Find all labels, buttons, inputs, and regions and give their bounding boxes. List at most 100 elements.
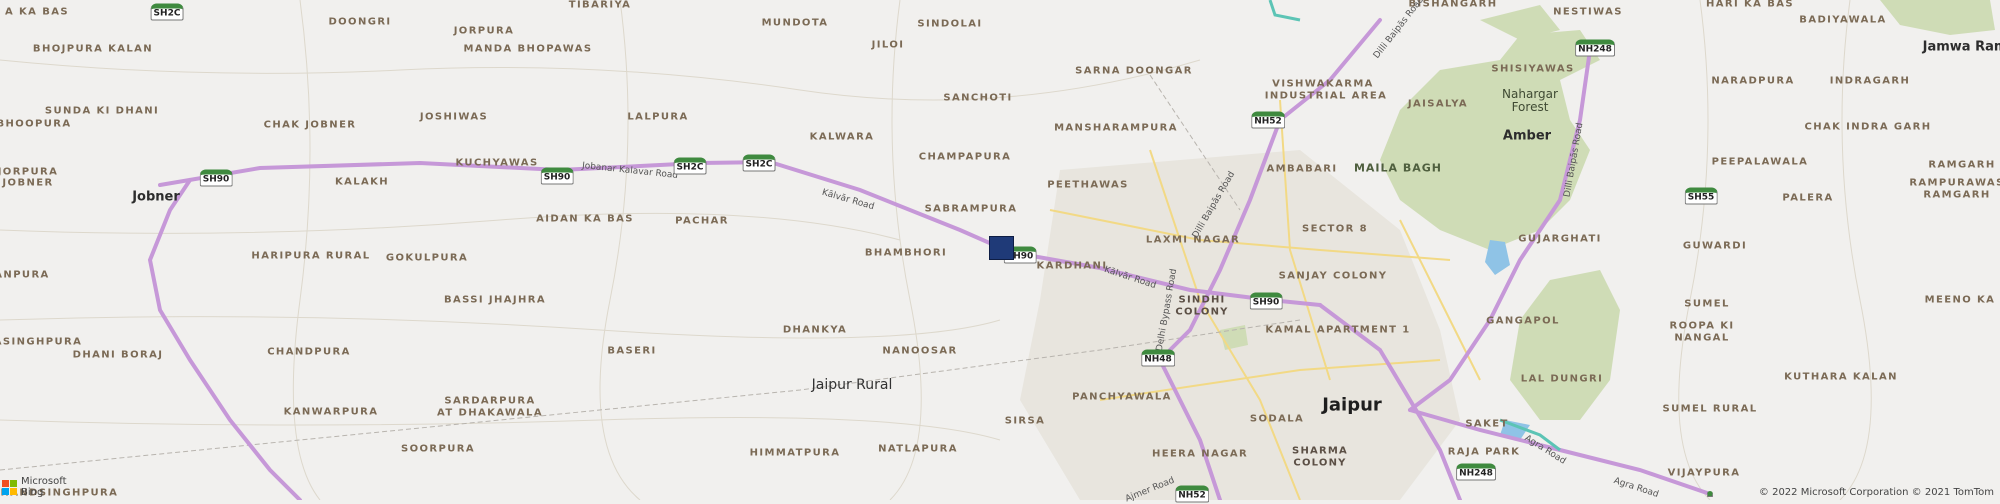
place-label-himmatpura: HIMMATPURA (749, 447, 841, 459)
place-label-peethawas: PEETHAWAS (1047, 179, 1129, 191)
place-label-sirsa: SIRSA (1004, 415, 1046, 427)
road-shield-sh2c_top: SH2C (150, 3, 184, 21)
place-label-natlapura: NATLAPURA (878, 443, 958, 455)
place-label-bhoopura: BHOOPURA (0, 118, 72, 130)
place-label-jiloi: JILOI (871, 39, 905, 51)
place-label-champapura: CHAMPAPURA (918, 151, 1012, 163)
road-shield-nh248_top: NH248 (1575, 39, 1615, 57)
place-label-jorpura2: JORPURA (0, 166, 59, 178)
place-label-nanoosar: NANOOSAR (882, 345, 958, 357)
place-label-aidan: AIDAN KA BAS (536, 213, 634, 225)
map-attribution: © 2022 Microsoft Corporation © 2021 TomT… (1758, 487, 1994, 498)
place-label-bhambhori: BHAMBHORI (864, 247, 948, 259)
road-shield-nh248_bot: NH248 (1456, 463, 1496, 481)
place-label-chandpura: CHANDPURA (267, 346, 351, 358)
place-label-badiyawala: BADIYAWALA (1799, 14, 1887, 26)
place-label-jorpura: JORPURA (453, 25, 515, 37)
place-label-lal_dungri: LAL DUNGRI (1520, 373, 1604, 385)
place-label-mundota: MUNDOTA (761, 17, 829, 29)
place-label-jobner2: JOBNER (2, 177, 54, 189)
road-shield-sh_bot (1707, 491, 1713, 497)
microsoft-squares-icon (2, 479, 17, 495)
place-label-guwardi: GUWARDI (1682, 240, 1748, 252)
place-label-vishwakarma2: INDUSTRIAL AREA (1264, 90, 1388, 102)
place-label-meeno: MEENO KA (1924, 294, 1996, 306)
place-label-vijaypura: VIJAYPURA (1667, 467, 1741, 479)
place-label-sindolai: SINDOLAI (917, 18, 983, 30)
place-label-kanwarpura: KANWARPURA (283, 406, 379, 418)
place-label-chak_indra: CHAK INDRA GARH (1804, 121, 1932, 133)
place-label-baseri: BASERI (607, 345, 657, 357)
road-shield-sh2c_c: SH2C (742, 154, 776, 172)
place-label-sumel_rural: SUMEL RURAL (1662, 403, 1758, 415)
place-label-nahargar1: Nahargar (1502, 87, 1558, 101)
place-label-kalwara: KALWARA (809, 131, 875, 143)
place-label-ka_bas: A KA BAS (5, 6, 69, 18)
place-label-jamwa: Jamwa Ram (1922, 39, 2000, 55)
place-label-saket: SAKET (1465, 418, 1509, 430)
place-label-soorpura: SOORPURA (401, 443, 475, 455)
place-label-indragarh: INDRAGARH (1829, 75, 1911, 87)
place-label-sharma1: SHARMA (1292, 445, 1348, 457)
place-label-jobner: Jobner (132, 189, 180, 205)
place-label-rampurawas2: RAMGARH (1923, 189, 1991, 201)
logo-line-1: Microsoft (21, 476, 67, 487)
place-label-shisiyawas: SHISIYAWAS (1491, 63, 1575, 75)
place-label-naradpura: NARADPURA (1711, 75, 1795, 87)
road-shield-sh55: SH55 (1684, 187, 1718, 205)
microsoft-logo: Microsoft Bing (2, 476, 67, 498)
road-shield-sh90_c: SH90 (1249, 292, 1283, 310)
place-label-jaipur_rural: Jaipur Rural (811, 377, 893, 393)
place-label-panchyawala: PANCHYAWALA (1072, 391, 1172, 403)
place-label-chak_jobner: CHAK JOBNER (263, 119, 357, 131)
place-label-bhojpura: BHOJPURA KALAN (32, 43, 154, 55)
place-label-gujarghati: GUJARGHATI (1518, 233, 1602, 245)
place-label-ambabari: AMBABARI (1266, 163, 1338, 175)
place-label-kardhani: KARDHANI (1036, 260, 1108, 272)
logo-line-2: Bing (21, 487, 44, 498)
place-label-sindhi2: COLONY (1175, 306, 1229, 318)
place-label-manda: MANDA BHOPAWAS (463, 43, 593, 55)
place-label-palera: PALERA (1782, 192, 1834, 204)
road-shield-nh52: NH52 (1251, 111, 1285, 129)
place-label-jaipur: Jaipur (1322, 394, 1382, 416)
place-label-bassi: BASSI JHAJHRA (443, 294, 547, 306)
place-label-rampurawas1: RAMPURAWAS (1909, 177, 2000, 189)
place-label-roopa2: NANGAL (1674, 332, 1730, 344)
place-label-sarna: SARNA DOONGAR (1075, 65, 1193, 77)
road-shield-sh90_jobner: SH90 (199, 169, 233, 187)
place-label-pachar: PACHAR (675, 215, 729, 227)
place-label-lalpura: LALPURA (627, 111, 689, 123)
place-label-nahargar2: Forest (1511, 100, 1549, 114)
place-label-sharma2: COLONY (1293, 457, 1347, 469)
place-label-ramgarh1: RAMGARH (1928, 159, 1996, 171)
place-label-maila_bagh: MAILA BAGH (1353, 161, 1443, 175)
location-pin-marker[interactable] (989, 236, 1014, 260)
place-label-raja_park: RAJA PARK (1447, 446, 1521, 458)
place-label-joshiwas: JOSHIWAS (419, 111, 489, 123)
road-shield-sh2c_b: SH2C (673, 157, 707, 175)
place-label-asinghpura: ASINGHPURA (0, 336, 83, 348)
place-label-gangapol: GANGAPOL (1486, 315, 1560, 327)
place-label-sardarpura2: AT DHAKAWALA (437, 407, 543, 419)
place-label-vishwakarma1: VISHWAKARMA (1272, 78, 1374, 90)
place-label-kuchyawas: KUCHYAWAS (455, 157, 539, 169)
place-label-hari_ka_bas: HARI KA BAS (1706, 0, 1794, 10)
place-label-haripura: HARIPURA RURAL (251, 250, 371, 262)
place-label-gokulpura: GOKULPURA (385, 252, 469, 264)
place-label-peepalawala: PEEPALAWALA (1711, 156, 1809, 168)
place-label-amber: Amber (1502, 128, 1552, 144)
place-label-mansharampura: MANSHARAMPURA (1054, 122, 1178, 134)
place-label-sector8: SECTOR 8 (1301, 223, 1369, 235)
place-label-sunda: SUNDA KI DHANI (44, 105, 160, 117)
place-label-sanchoti: SANCHOTI (943, 92, 1013, 104)
place-label-tibariya: TIBARIYA (568, 0, 632, 11)
place-label-doongri: DOONGRI (328, 16, 392, 28)
place-label-heera: HEERA NAGAR (1151, 448, 1249, 460)
place-label-sabrampura: SABRAMPURA (924, 203, 1018, 215)
place-label-sindhi1: SINDHI (1178, 294, 1226, 306)
road-shield-sh90_b: SH90 (540, 167, 574, 185)
place-label-kalakh: KALAKH (334, 176, 390, 188)
place-label-kamal: KAMAL APARTMENT 1 (1265, 324, 1411, 336)
place-label-kuthara: KUTHARA KALAN (1784, 371, 1898, 383)
